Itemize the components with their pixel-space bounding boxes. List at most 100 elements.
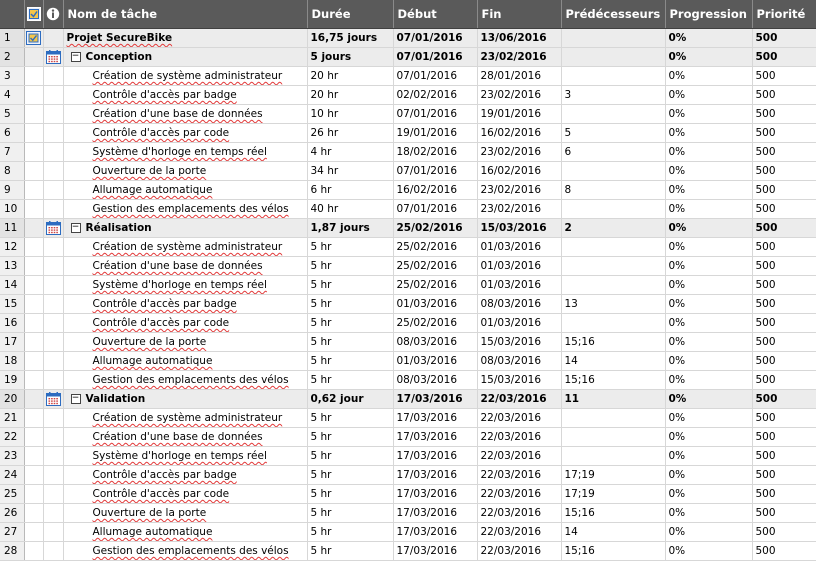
duration-cell[interactable]: 16,75 jours <box>307 28 394 48</box>
row-number[interactable]: 13 <box>0 256 25 276</box>
task-mode-cell[interactable] <box>43 142 64 162</box>
progress-cell[interactable]: 0% <box>665 199 753 219</box>
predecessors-cell[interactable]: 8 <box>561 180 666 200</box>
duration-cell[interactable]: 5 hr <box>307 427 394 447</box>
progress-cell[interactable]: 0% <box>665 180 753 200</box>
task-row[interactable]: 3 Création de système administrateur 20 hr… <box>0 66 816 86</box>
priority-cell[interactable]: 500 <box>752 408 816 428</box>
end-cell[interactable]: 16/02/2016 <box>477 123 562 143</box>
end-cell[interactable]: 22/03/2016 <box>477 465 562 485</box>
task-row[interactable]: 24 Contrôle d'accès par badge 5 hr 17/03/20… <box>0 465 816 485</box>
predecessors-cell[interactable]: 13 <box>561 294 666 314</box>
predecessors-cell[interactable]: 15;16 <box>561 541 666 561</box>
task-name-cell[interactable]: Contrôle d'accès par badge <box>63 85 308 105</box>
duration-cell[interactable]: 5 hr <box>307 408 394 428</box>
duration-cell[interactable]: 5 hr <box>307 484 394 504</box>
task-mode-cell[interactable] <box>43 541 64 561</box>
summary-task-row[interactable]: 2− Conception 5 jours 07/01/2016 23/02/2016 0… <box>0 47 816 67</box>
column-header-end[interactable]: Fin <box>477 0 562 29</box>
start-cell[interactable]: 17/03/2016 <box>393 484 478 504</box>
priority-cell[interactable]: 500 <box>752 389 816 409</box>
progress-cell[interactable]: 0% <box>665 123 753 143</box>
task-name-cell[interactable]: Contrôle d'accès par code <box>63 484 308 504</box>
priority-cell[interactable]: 500 <box>752 142 816 162</box>
progress-cell[interactable]: 0% <box>665 484 753 504</box>
duration-cell[interactable]: 34 hr <box>307 161 394 181</box>
duration-cell[interactable]: 20 hr <box>307 85 394 105</box>
priority-cell[interactable]: 500 <box>752 541 816 561</box>
progress-cell[interactable]: 0% <box>665 351 753 371</box>
task-row[interactable]: 6 Contrôle d'accès par code 26 hr 19/01/201… <box>0 123 816 143</box>
summary-task-row[interactable]: 1 Projet SecureBike 16,75 jours 07/01/2016 1… <box>0 28 816 48</box>
progress-cell[interactable]: 0% <box>665 275 753 295</box>
progress-cell[interactable]: 0% <box>665 161 753 181</box>
start-cell[interactable]: 07/01/2016 <box>393 161 478 181</box>
row-number[interactable]: 19 <box>0 370 25 390</box>
priority-cell[interactable]: 500 <box>752 85 816 105</box>
duration-cell[interactable]: 40 hr <box>307 199 394 219</box>
task-mode-cell[interactable] <box>43 313 64 333</box>
task-mode-cell[interactable] <box>43 66 64 86</box>
task-row[interactable]: 12 Création de système administrateur 5 hr… <box>0 237 816 257</box>
column-header-priority[interactable]: Priorité <box>752 0 816 29</box>
progress-cell[interactable]: 0% <box>665 370 753 390</box>
row-number[interactable]: 24 <box>0 465 25 485</box>
task-mode-header[interactable] <box>24 0 44 29</box>
task-name-cell[interactable]: Création de système administrateur <box>63 408 308 428</box>
task-name-cell[interactable]: Ouverture de la porte <box>63 332 308 352</box>
task-name-cell[interactable]: Création de système administrateur <box>63 66 308 86</box>
task-row[interactable]: 10 Gestion des emplacements des vélos 40 h… <box>0 199 816 219</box>
predecessors-cell[interactable]: 15;16 <box>561 332 666 352</box>
task-row[interactable]: 26 Ouverture de la porte 5 hr 17/03/2016 22/… <box>0 503 816 523</box>
priority-cell[interactable]: 500 <box>752 161 816 181</box>
task-mode-cell[interactable] <box>43 123 64 143</box>
priority-cell[interactable]: 500 <box>752 370 816 390</box>
task-name-cell[interactable]: Gestion des emplacements des vélos <box>63 541 308 561</box>
progress-cell[interactable]: 0% <box>665 28 753 48</box>
priority-cell[interactable]: 500 <box>752 522 816 542</box>
end-cell[interactable]: 23/02/2016 <box>477 199 562 219</box>
start-cell[interactable]: 25/02/2016 <box>393 275 478 295</box>
progress-cell[interactable]: 0% <box>665 256 753 276</box>
start-cell[interactable]: 25/02/2016 <box>393 218 478 238</box>
task-name-cell[interactable]: Gestion des emplacements des vélos <box>63 199 308 219</box>
task-row[interactable]: 9 Allumage automatique 6 hr 16/02/2016 23/02… <box>0 180 816 200</box>
priority-cell[interactable]: 500 <box>752 199 816 219</box>
column-header-duration[interactable]: Durée <box>307 0 394 29</box>
end-cell[interactable]: 01/03/2016 <box>477 237 562 257</box>
task-row[interactable]: 7 Système d'horloge en temps réel 4 hr 18/0… <box>0 142 816 162</box>
priority-cell[interactable]: 500 <box>752 503 816 523</box>
task-name-cell[interactable]: Ouverture de la porte <box>63 503 308 523</box>
task-row[interactable]: 15 Contrôle d'accès par badge 5 hr 01/03/20… <box>0 294 816 314</box>
end-cell[interactable]: 23/02/2016 <box>477 47 562 67</box>
task-name-cell[interactable]: − Conception <box>63 47 308 67</box>
duration-cell[interactable]: 5 hr <box>307 237 394 257</box>
task-mode-cell[interactable] <box>43 522 64 542</box>
start-cell[interactable]: 08/03/2016 <box>393 370 478 390</box>
row-number[interactable]: 8 <box>0 161 25 181</box>
task-mode-cell[interactable] <box>43 389 64 409</box>
end-cell[interactable]: 23/02/2016 <box>477 142 562 162</box>
row-number[interactable]: 4 <box>0 85 25 105</box>
duration-cell[interactable]: 5 hr <box>307 541 394 561</box>
row-number[interactable]: 23 <box>0 446 25 466</box>
priority-cell[interactable]: 500 <box>752 123 816 143</box>
priority-cell[interactable]: 500 <box>752 66 816 86</box>
predecessors-cell[interactable] <box>561 66 666 86</box>
task-mode-cell[interactable] <box>43 408 64 428</box>
duration-cell[interactable]: 5 hr <box>307 351 394 371</box>
end-cell[interactable]: 22/03/2016 <box>477 408 562 428</box>
progress-cell[interactable]: 0% <box>665 389 753 409</box>
task-name-cell[interactable]: Création de système administrateur <box>63 237 308 257</box>
duration-cell[interactable]: 0,62 jour <box>307 389 394 409</box>
row-number[interactable]: 6 <box>0 123 25 143</box>
predecessors-cell[interactable] <box>561 446 666 466</box>
predecessors-cell[interactable] <box>561 161 666 181</box>
column-header-name[interactable]: Nom de tâche <box>63 0 308 29</box>
progress-cell[interactable]: 0% <box>665 237 753 257</box>
task-row[interactable]: 13 Création d'une base de données 5 hr 25/0… <box>0 256 816 276</box>
task-row[interactable]: 16 Contrôle d'accès par code 5 hr 25/02/201… <box>0 313 816 333</box>
row-number[interactable]: 14 <box>0 275 25 295</box>
priority-cell[interactable]: 500 <box>752 313 816 333</box>
start-cell[interactable]: 25/02/2016 <box>393 256 478 276</box>
